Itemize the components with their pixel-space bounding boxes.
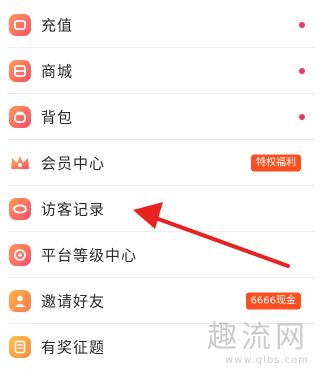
watermark: 趣流网 www.qlbs.com bbox=[207, 321, 309, 367]
watermark-url: www.qlbs.com bbox=[224, 355, 309, 366]
annotation-arrow bbox=[133, 202, 290, 268]
watermark-text: 趣流网 bbox=[207, 320, 309, 355]
